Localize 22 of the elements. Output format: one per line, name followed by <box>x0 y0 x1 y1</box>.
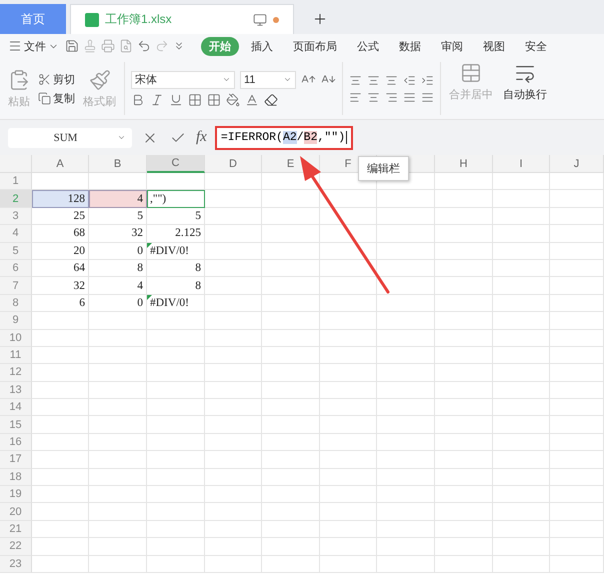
table-cell: 5 <box>147 208 205 226</box>
table-cell: 0 <box>89 294 147 312</box>
table-cell: 8 <box>147 277 205 295</box>
table-cell: 2.125 <box>147 225 205 243</box>
table-cell: 6 <box>32 294 89 312</box>
table-cell: 4 <box>89 190 147 208</box>
table-cell: 20 <box>32 242 89 260</box>
table-cell: 32 <box>32 277 89 295</box>
table-cell: #DIV/0! <box>147 294 205 312</box>
table-cell: 8 <box>89 260 147 278</box>
tooltip: 编辑栏 <box>358 156 409 181</box>
table-cell: 5 <box>89 208 147 226</box>
table-cell: 4 <box>89 277 147 295</box>
table-cell: 64 <box>32 260 89 278</box>
table-cell: 0 <box>89 242 147 260</box>
table-cell: 8 <box>147 260 205 278</box>
table-cell: ,"") <box>147 190 205 208</box>
table-cell: 32 <box>89 225 147 243</box>
table-cell: #DIV/0! <box>147 242 205 260</box>
table-cell: 25 <box>32 208 89 226</box>
table-cell: 128 <box>32 190 89 208</box>
table-cell: 68 <box>32 225 89 243</box>
